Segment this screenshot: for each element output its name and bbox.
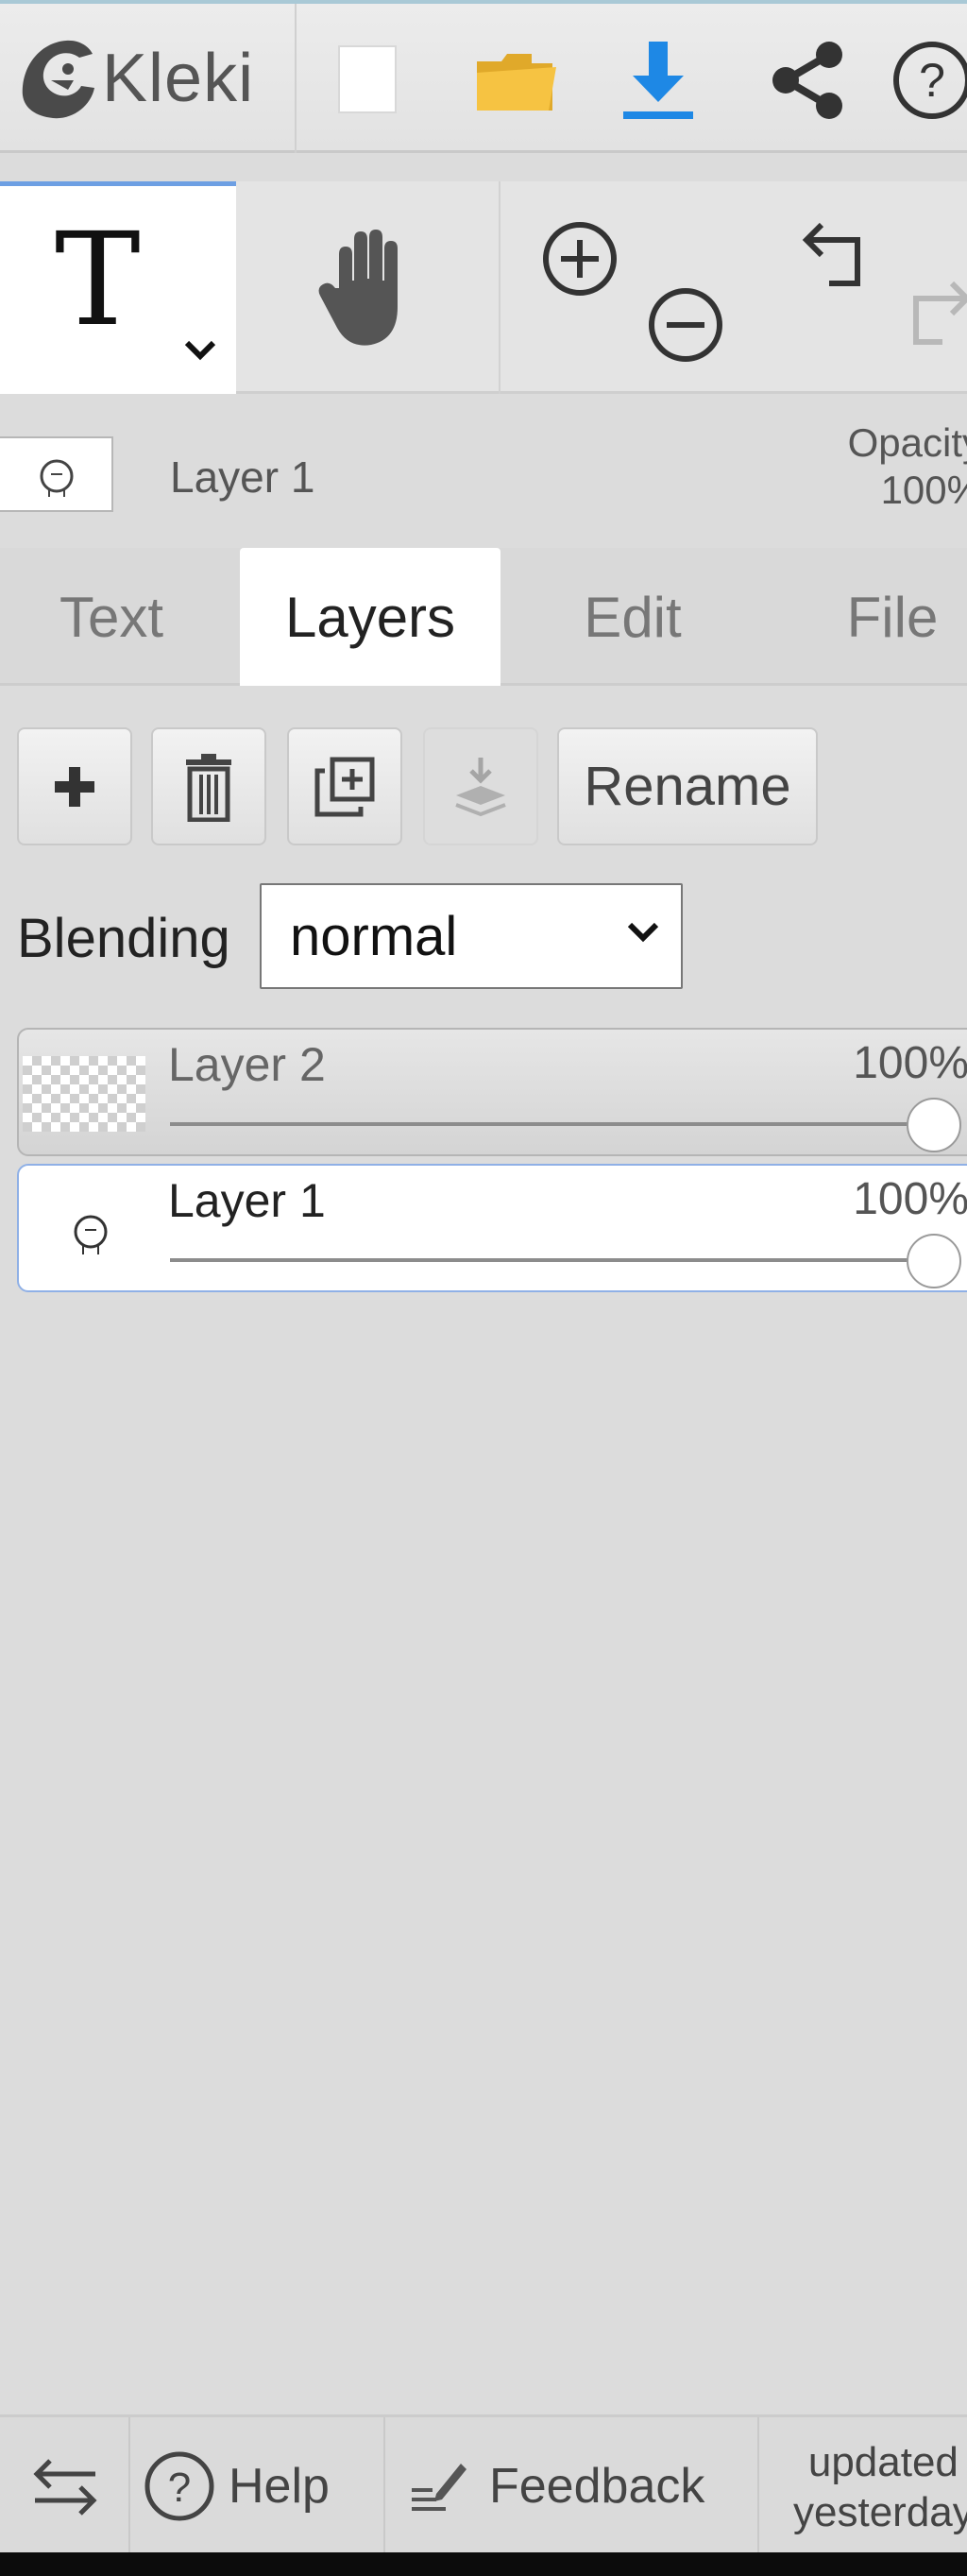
- swap-arrows-icon: [33, 2459, 97, 2516]
- zoom-in-icon[interactable]: [540, 219, 619, 299]
- merge-down-button[interactable]: [423, 727, 538, 845]
- bottom-bar: ? Help Feedback updated yesterday: [0, 2414, 967, 2555]
- hand-icon: [318, 229, 398, 346]
- bottom-separator: [383, 2417, 385, 2555]
- feedback-button[interactable]: Feedback: [408, 2417, 729, 2555]
- help-icon: ?: [144, 2451, 214, 2521]
- layer-item-layer-2[interactable]: Layer 2 100%: [17, 1028, 967, 1156]
- kleki-logo[interactable]: Kleki: [0, 4, 297, 153]
- layer-thumbnail: [23, 1192, 145, 1268]
- layer-opacity-slider-handle[interactable]: [907, 1234, 961, 1288]
- screen-bottom-edge: [0, 2552, 967, 2576]
- panel-tabs: Text Layers Edit File: [0, 548, 967, 686]
- rename-layer-button[interactable]: Rename: [557, 727, 818, 845]
- svg-text:?: ?: [168, 2465, 191, 2511]
- new-page-icon: [338, 45, 397, 113]
- top-toolbar: Kleki ?: [0, 0, 967, 153]
- blending-label: Blending: [17, 908, 230, 969]
- kleki-logo-icon: [22, 40, 95, 119]
- merge-down-icon: [455, 757, 506, 816]
- face-sketch-icon: [74, 1215, 108, 1254]
- layer-tools: Rename: [0, 727, 967, 850]
- chevron-down-icon[interactable]: [181, 337, 219, 364]
- trash-icon: [186, 753, 231, 822]
- current-layer-info: Layer 1 Opacity 100%: [0, 397, 967, 548]
- help-top-button[interactable]: ?: [890, 25, 967, 136]
- updated-line-1: updated: [807, 2439, 959, 2485]
- share-button[interactable]: [755, 25, 859, 136]
- download-icon: [623, 42, 693, 119]
- tab-edit[interactable]: Edit: [529, 548, 737, 686]
- swap-side-button[interactable]: [13, 2417, 117, 2555]
- text-tool-button[interactable]: T: [0, 181, 236, 394]
- save-button[interactable]: [606, 25, 710, 136]
- blending-select[interactable]: normal: [260, 883, 683, 989]
- new-image-button[interactable]: [316, 25, 420, 136]
- delete-layer-button[interactable]: [151, 727, 266, 845]
- current-layer-opacity: Opacity 100%: [831, 419, 967, 515]
- undo-icon[interactable]: [801, 217, 880, 293]
- current-layer-thumbnail[interactable]: [0, 436, 113, 512]
- plus-icon: [55, 766, 94, 807]
- text-tool-icon: T: [55, 206, 141, 355]
- tab-file[interactable]: File: [784, 548, 967, 686]
- open-button[interactable]: [463, 25, 567, 136]
- layer-opacity-slider-handle[interactable]: [907, 1098, 961, 1152]
- layer-name: Layer 1: [168, 1174, 326, 1227]
- blending-value: normal: [290, 905, 458, 967]
- svg-text:?: ?: [919, 54, 945, 107]
- tab-text[interactable]: Text: [0, 548, 223, 686]
- redo-icon[interactable]: [905, 276, 967, 351]
- logo-text: Kleki: [102, 41, 255, 116]
- opacity-label: Opacity: [847, 420, 967, 465]
- help-label: Help: [229, 2459, 330, 2514]
- layer-thumbnail: [23, 1056, 145, 1132]
- current-layer-name: Layer 1: [170, 452, 315, 502]
- bottom-separator: [757, 2417, 759, 2555]
- folder-icon: [477, 54, 556, 111]
- opacity-value: 100%: [880, 468, 967, 513]
- duplicate-layer-button[interactable]: [287, 727, 402, 845]
- duplicate-icon: [314, 757, 375, 816]
- feedback-pencil-icon: [412, 2464, 467, 2511]
- hand-tool-button[interactable]: [236, 181, 500, 394]
- add-layer-button[interactable]: [17, 727, 132, 845]
- tab-layers[interactable]: Layers: [240, 548, 500, 686]
- layer-opacity-slider[interactable]: [170, 1122, 954, 1126]
- help-button[interactable]: ? Help: [142, 2417, 378, 2555]
- layer-item-layer-1[interactable]: Layer 1 100%: [17, 1164, 967, 1292]
- layer-opacity: 100%: [853, 1038, 967, 1088]
- layer-opacity-slider[interactable]: [170, 1258, 954, 1262]
- feedback-label: Feedback: [489, 2459, 705, 2514]
- layer-opacity: 100%: [853, 1174, 967, 1224]
- updated-line-2: yesterday: [793, 2488, 967, 2535]
- layer-name: Layer 2: [168, 1038, 326, 1091]
- share-icon: [772, 42, 842, 119]
- face-sketch-icon: [40, 459, 74, 497]
- updated-status[interactable]: updated yesterday: [793, 2438, 967, 2538]
- zoom-out-icon[interactable]: [646, 285, 725, 365]
- tool-row: T: [0, 181, 967, 394]
- help-icon: ?: [893, 42, 967, 119]
- bottom-separator: [128, 2417, 130, 2555]
- chevron-down-icon: [627, 922, 659, 943]
